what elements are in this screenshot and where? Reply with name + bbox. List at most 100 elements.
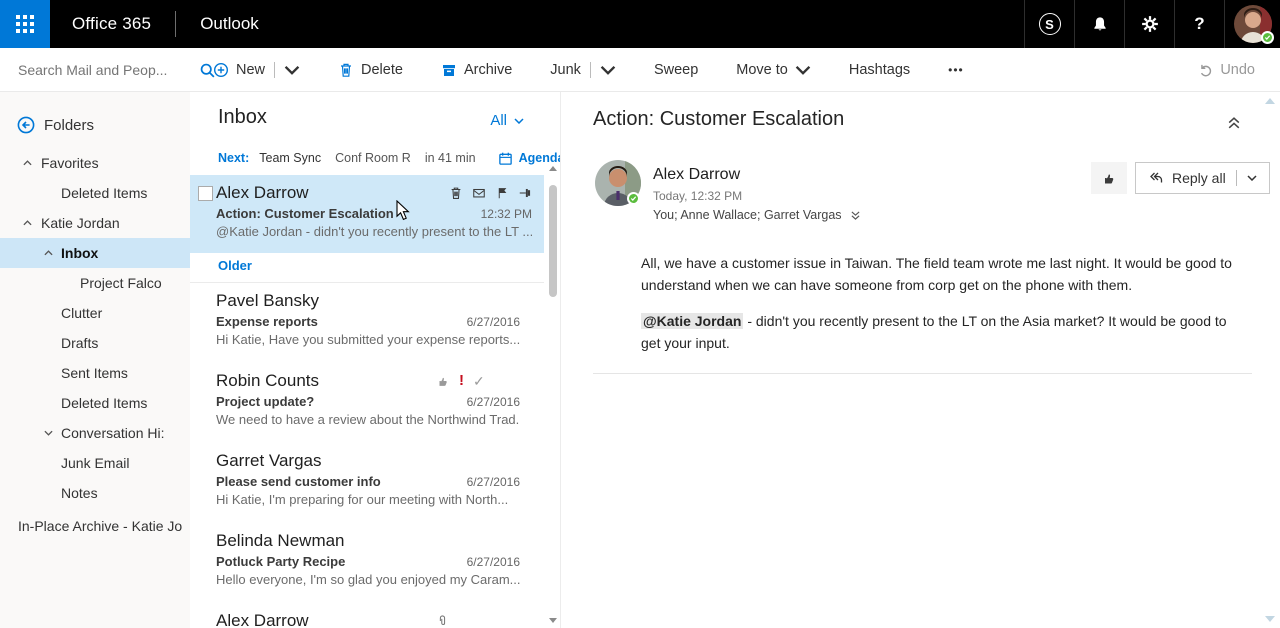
meeting-location: Conf Room R [335,151,411,165]
scroll-down-arrow[interactable] [549,618,557,623]
sidebar-item-favorites[interactable]: Favorites [0,148,190,178]
chevron-down-icon[interactable] [600,62,616,78]
search-box[interactable] [0,48,190,92]
email-preview: Hello everyone, I'm so glad you enjoyed … [216,572,520,587]
email-date: 6/27/2016 [467,475,520,489]
email-row[interactable]: Belinda Newman Potluck Party Recipe 6/27… [216,529,520,587]
move-to-button[interactable]: Move to [736,62,811,78]
delete-button[interactable]: Delete [338,62,403,78]
sweep-button[interactable]: Sweep [654,62,698,78]
scrollbar-thumb[interactable] [549,185,557,297]
sidebar-item-project-falco[interactable]: Project Falco [0,268,190,298]
sidebar-item-conversation-history[interactable]: Conversation Hi: [0,418,190,448]
meeting-countdown: in 41 min [425,151,476,165]
sidebar-item-deleted-items[interactable]: Deleted Items [0,388,190,418]
sidebar-item-notes[interactable]: Notes [0,478,190,508]
like-button[interactable] [1091,162,1127,194]
settings-button[interactable] [1124,0,1174,48]
sidebar-item-deleted-items-favorite[interactable]: Deleted Items [0,178,190,208]
email-row[interactable]: Robin Counts ! ✓ Project update? 6/27/20… [216,369,520,427]
mention-chip[interactable]: @Katie Jordan [641,313,743,329]
chevron-down-icon[interactable] [284,62,300,78]
back-circle-icon [17,116,35,134]
undo-icon [1198,63,1213,78]
email-subject: Action: Customer Escalation [216,206,473,221]
waffle-icon [16,15,34,33]
account-avatar-button[interactable] [1224,0,1280,48]
email-preview: Hi Katie, I'm preparing for our meeting … [216,492,520,507]
reading-scroll-up-arrow[interactable] [1265,98,1275,104]
more-commands-button[interactable]: ••• [948,63,964,77]
list-filter-dropdown[interactable]: All [490,112,524,129]
meeting-title: Team Sync [259,151,321,165]
chevron-down-icon[interactable] [44,430,53,436]
sidebar-item-drafts[interactable]: Drafts [0,328,190,358]
undo-button[interactable]: Undo [1198,48,1255,92]
like-icon [436,374,450,388]
email-sender: Pavel Bansky [216,289,319,312]
hashtags-button[interactable]: Hashtags [849,62,910,78]
pin-icon[interactable] [518,186,532,200]
outlook-app: Office 365 Outlook S ? [0,0,1280,628]
bell-icon [1091,15,1109,33]
reading-scroll-down-arrow[interactable] [1265,616,1275,622]
junk-button[interactable]: Junk [550,62,616,78]
delete-hover-icon[interactable] [449,186,463,200]
new-plus-icon [213,62,229,78]
email-sender: Belinda Newman [216,529,345,552]
app-title: Outlook [176,0,283,48]
sidebar-item-junk-email[interactable]: Junk Email [0,448,190,478]
command-toolbar: New Delete Archive Junk [0,48,1280,92]
reply-all-icon [1148,170,1164,186]
notifications-button[interactable] [1074,0,1124,48]
skype-button[interactable]: S [1024,0,1074,48]
archive-button[interactable]: Archive [441,62,512,78]
email-subject: Expense reports [216,314,459,329]
brand-title[interactable]: Office 365 [50,0,175,48]
app-launcher-button[interactable] [0,0,50,48]
sidebar-item-inbox[interactable]: Inbox [0,238,190,268]
skype-icon: S [1039,13,1061,35]
sidebar-item-katie-jordan[interactable]: Katie Jordan [0,208,190,238]
email-checkbox[interactable] [198,186,213,201]
email-date: 6/27/2016 [467,555,520,569]
archive-icon [441,62,457,78]
flag-icon[interactable] [495,186,509,200]
email-preview: We need to have a review about the North… [216,412,520,427]
chevron-up-icon[interactable] [23,220,32,226]
sidebar-item-in-place-archive[interactable]: In-Place Archive - Katie Jo [0,511,190,541]
list-title: Inbox [218,106,267,129]
sidebar-item-clutter[interactable]: Clutter [0,298,190,328]
scroll-up-arrow[interactable] [549,166,557,171]
chevron-up-icon[interactable] [23,160,32,166]
email-time: 12:32 PM [481,207,532,221]
message-sender-name[interactable]: Alex Darrow [653,166,740,184]
folders-header[interactable]: Folders [0,92,190,148]
reply-all-button[interactable]: Reply all [1135,162,1270,194]
email-date: 6/27/2016 [467,395,520,409]
calendar-icon [498,151,513,166]
check-icon: ✓ [473,374,485,388]
older-section-label[interactable]: Older [218,258,252,273]
list-scrollbar[interactable] [546,162,560,628]
email-subject: Project update? [216,394,459,409]
message-timestamp: Today, 12:32 PM [653,189,742,203]
sidebar-item-sent-items[interactable]: Sent Items [0,358,190,388]
double-chevron-down-icon[interactable] [851,211,860,220]
paperclip-icon [436,614,450,628]
new-button[interactable]: New [213,62,300,78]
help-button[interactable]: ? [1174,0,1224,48]
search-input[interactable] [18,62,199,78]
email-row[interactable]: Pavel Bansky Expense reports 6/27/2016 H… [216,289,520,347]
collapse-button[interactable] [1228,116,1240,134]
folder-sidebar: Folders Favorites Deleted Items Katie Jo… [0,92,190,628]
message-recipients[interactable]: You; Anne Wallace; Garret Vargas [653,208,860,222]
mark-read-icon[interactable] [472,186,486,200]
chevron-up-icon[interactable] [44,250,53,256]
chevron-down-icon[interactable] [1247,175,1257,181]
email-row[interactable]: Garret Vargas Please send customer info … [216,449,520,507]
like-icon [1101,170,1117,186]
email-row-selected[interactable]: Alex Darrow Action: Customer Escalation … [190,175,544,253]
next-meeting-bar[interactable]: Next: Team Sync Conf Room R in 41 min Ag… [218,147,540,169]
email-row[interactable]: Alex Darrow [216,609,520,628]
